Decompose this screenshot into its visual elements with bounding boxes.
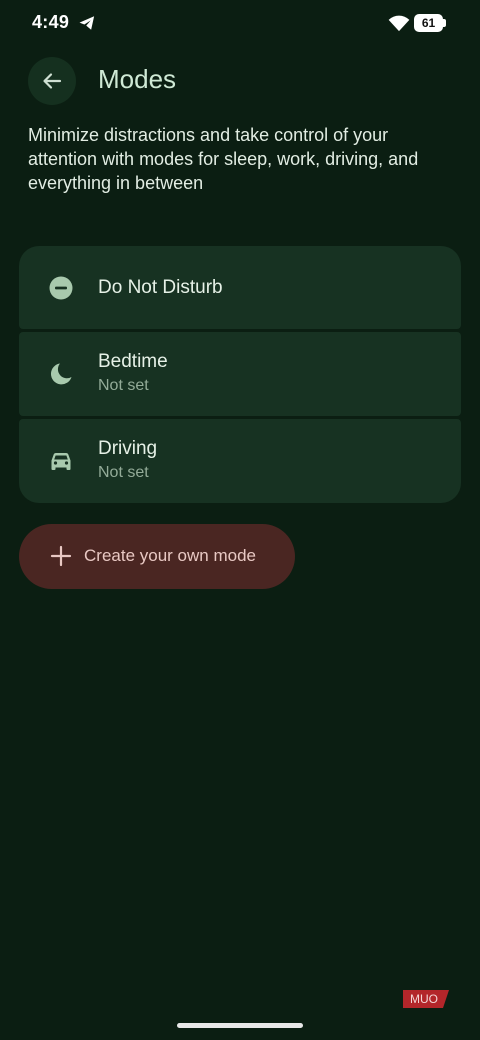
mode-item-do-not-disturb[interactable]: Do Not Disturb xyxy=(19,246,461,329)
mode-name: Driving xyxy=(98,438,158,459)
car-icon xyxy=(51,453,71,470)
battery-icon: 61 xyxy=(414,14,446,32)
back-button[interactable] xyxy=(28,57,76,105)
create-mode-button[interactable]: Create your own mode xyxy=(19,524,295,589)
watermark-text: MUO xyxy=(410,992,438,1006)
mode-list: Do Not Disturb Bedtime Not set Driving N… xyxy=(19,246,461,506)
mode-name: Do Not Disturb xyxy=(98,277,223,298)
wifi-icon xyxy=(388,15,410,32)
muo-watermark-logo: MUO xyxy=(403,990,449,1008)
status-time: 4:49 xyxy=(32,12,70,32)
telegram-icon xyxy=(79,16,95,30)
moon-icon xyxy=(50,363,72,385)
page-description: Minimize distractions and take control o… xyxy=(28,125,419,193)
page-title: Modes xyxy=(98,64,177,94)
plus-icon xyxy=(50,545,72,567)
mode-status: Not set xyxy=(98,464,149,481)
mode-item-driving[interactable]: Driving Not set xyxy=(19,419,461,503)
arrow-left-icon xyxy=(43,73,62,89)
status-bar: 4:49 61 xyxy=(0,0,480,48)
create-mode-label: Create your own mode xyxy=(84,546,256,565)
do-not-disturb-icon xyxy=(49,276,73,300)
mode-item-bedtime[interactable]: Bedtime Not set xyxy=(19,332,461,416)
mode-name: Bedtime xyxy=(98,351,168,372)
modes-screen: 4:49 61 Modes Minimize distractions and … xyxy=(0,0,480,1040)
mode-status: Not set xyxy=(98,377,149,394)
home-gesture-bar[interactable] xyxy=(177,1023,303,1028)
battery-level: 61 xyxy=(414,14,443,32)
battery-tip xyxy=(443,19,446,27)
